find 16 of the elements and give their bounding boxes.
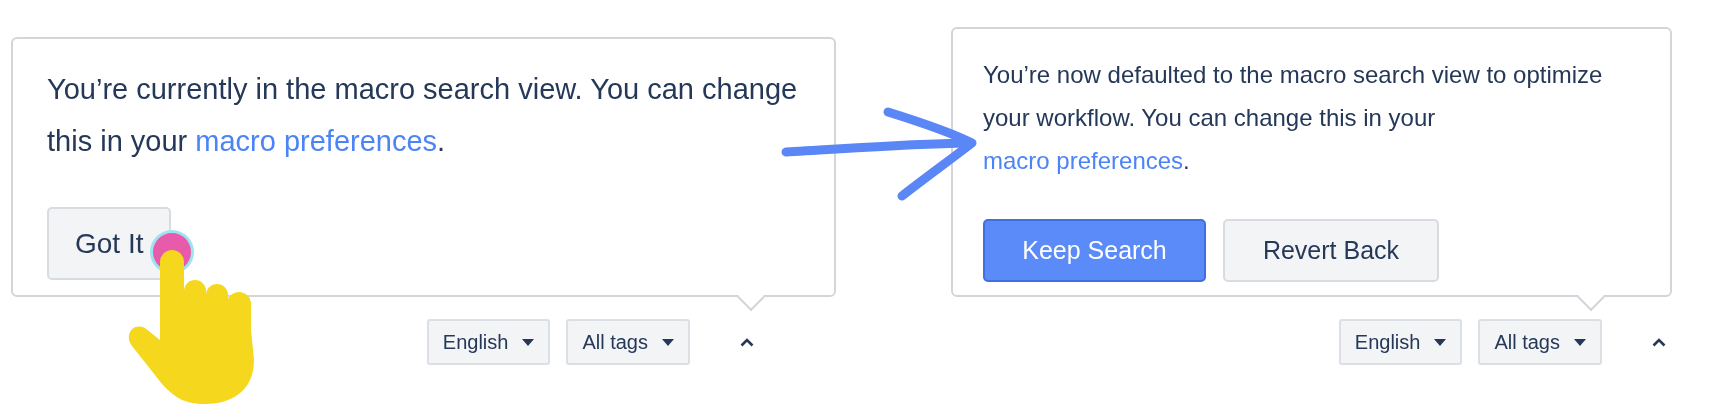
filter-dropdown[interactable]: English: [1338, 319, 1463, 365]
caret-down-icon: [662, 338, 674, 346]
filter-dropdown[interactable]: All tags: [566, 319, 690, 365]
dismiss-button[interactable]: Revert Back: [1223, 219, 1439, 282]
filter-dropdown[interactable]: English: [426, 319, 551, 365]
preferences-link[interactable]: macro preferences: [195, 125, 438, 157]
chevron-up-icon[interactable]: [740, 337, 754, 347]
popover-message: You’re now defaulted to the macro search view to optimize your workflow. You can change this in your macro preferences.: [983, 60, 1604, 176]
caret-down-icon: [1574, 338, 1586, 346]
caret-down-icon: [522, 338, 535, 346]
chevron-up-icon[interactable]: [1652, 337, 1666, 347]
caret-down-icon: [1434, 338, 1447, 346]
preferences-link[interactable]: macro preferences: [983, 147, 1184, 174]
dismiss-button[interactable]: Got It: [47, 207, 172, 280]
filter-dropdown[interactable]: All tags: [1478, 319, 1602, 365]
popover-message: You’re currently in the macro search view. You can change this in your macro preferences.: [47, 72, 799, 159]
